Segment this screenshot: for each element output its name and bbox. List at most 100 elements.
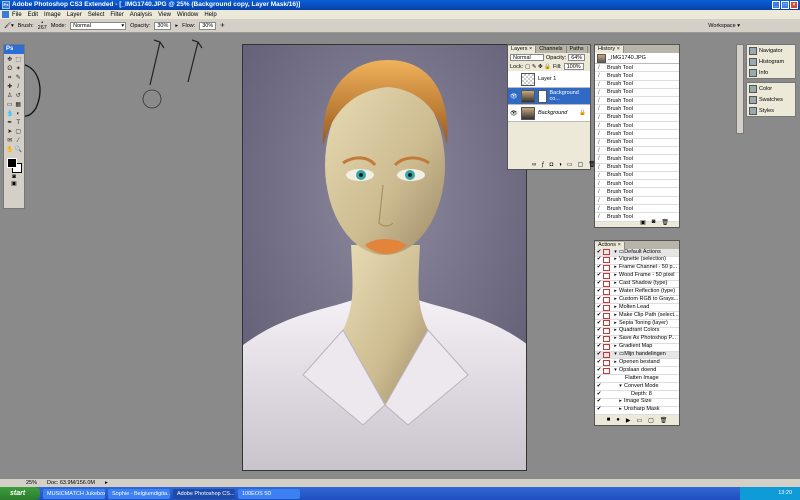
layer-row[interactable]: Layer 1 (508, 71, 590, 88)
dock-swatches[interactable]: Swatches (747, 94, 795, 105)
marquee-tool-icon[interactable]: ⬚ (15, 56, 23, 64)
airbrush-icon[interactable]: ✈ (220, 23, 225, 29)
layer-row[interactable]: 👁 Background co... (508, 88, 590, 105)
menu-window[interactable]: Window (177, 12, 198, 18)
menu-view[interactable]: View (158, 12, 171, 18)
opacity-field[interactable]: 30% (154, 21, 172, 30)
check-icon[interactable]: ✔ (595, 280, 603, 288)
document-canvas[interactable] (242, 44, 527, 471)
crop-tool-icon[interactable]: ⌗ (6, 74, 14, 82)
new-layer-icon[interactable]: ▢ (578, 161, 584, 168)
tab-history[interactable]: History × (595, 46, 624, 53)
mode-select[interactable]: Normal (70, 21, 127, 30)
menu-image[interactable]: Image (44, 12, 61, 18)
chevron-right-icon[interactable]: ▸ (617, 406, 624, 414)
tab-paths[interactable]: Paths (567, 46, 588, 53)
layer-style-icon[interactable]: ƒ (541, 162, 544, 168)
dialog-toggle-icon[interactable] (603, 304, 610, 311)
menu-layer[interactable]: Layer (67, 12, 82, 18)
dialog-toggle-icon[interactable] (603, 288, 610, 295)
dialog-toggle-icon[interactable] (603, 265, 610, 272)
layer-row[interactable]: 👁 Background 🔒 (508, 105, 590, 122)
taskbar-button[interactable]: Adobe Photoshop CS... (173, 488, 235, 499)
layer-mask-thumbnail[interactable] (537, 89, 547, 103)
check-icon[interactable]: ✔ (595, 359, 603, 367)
dialog-toggle-icon[interactable] (603, 367, 610, 374)
check-icon[interactable]: ✔ (595, 335, 603, 343)
check-icon[interactable]: ✔ (595, 383, 603, 391)
stop-icon[interactable]: ■ (607, 417, 611, 425)
dock-styles[interactable]: Styles (747, 105, 795, 116)
chevron-right-icon[interactable]: ▸ (612, 312, 619, 320)
pen-tool-icon[interactable]: ✒ (6, 119, 14, 127)
chevron-right-icon[interactable]: ▸ (612, 359, 619, 367)
menu-help[interactable]: Help (204, 12, 216, 18)
check-icon[interactable]: ✔ (595, 312, 603, 320)
check-icon[interactable]: ✔ (595, 256, 603, 264)
record-icon[interactable]: ● (616, 417, 620, 425)
chevron-right-icon[interactable]: ▸ (612, 280, 619, 288)
check-icon[interactable]: ✔ (595, 296, 603, 304)
history-snapshot[interactable]: _IMG1740.JPG (595, 53, 679, 64)
eraser-tool-icon[interactable]: ▭ (6, 101, 14, 109)
check-icon[interactable]: ✔ (595, 264, 603, 272)
flow-field[interactable]: 30% (199, 21, 217, 30)
add-mask-icon[interactable]: ◘ (550, 162, 554, 168)
dialog-toggle-icon[interactable] (603, 344, 610, 351)
zoom-level[interactable]: 25% (26, 480, 37, 486)
check-icon[interactable]: ✔ (595, 320, 603, 328)
chevron-right-icon[interactable]: ▸ (612, 296, 619, 304)
adjustment-layer-icon[interactable]: ◑ (558, 162, 562, 168)
visibility-icon[interactable]: 👁 (510, 110, 518, 117)
dialog-toggle-icon[interactable] (603, 281, 610, 287)
dialog-toggle-icon[interactable] (603, 352, 610, 359)
dialog-toggle-icon[interactable] (603, 328, 610, 335)
magic-wand-tool-icon[interactable]: ✶ (15, 65, 23, 73)
taskbar-button[interactable]: Sophie - Belgiumdigita... (108, 488, 170, 499)
chevron-right-icon[interactable]: ▸ (612, 256, 619, 264)
shape-tool-icon[interactable]: ▢ (15, 128, 23, 136)
chevron-down-icon[interactable]: ▾ (612, 249, 619, 257)
chevron-right-icon[interactable]: ▸ (617, 398, 624, 406)
check-icon[interactable]: ✔ (595, 343, 603, 351)
taskbar-button[interactable]: 100EOS 5D (238, 488, 300, 499)
check-icon[interactable]: ✔ (595, 375, 603, 383)
check-icon[interactable]: ✔ (595, 351, 603, 359)
new-document-icon[interactable]: ▣ (640, 219, 646, 227)
tab-channels[interactable]: Channels (536, 46, 567, 53)
new-action-icon[interactable]: ▢ (648, 417, 654, 425)
chevron-right-icon[interactable]: ▸ (612, 327, 619, 335)
tab-layers[interactable]: Layers × (508, 46, 537, 53)
menu-filter[interactable]: Filter (110, 12, 123, 18)
dialog-toggle-icon[interactable] (603, 312, 610, 319)
screen-mode-icon[interactable]: ▣ (4, 180, 24, 187)
chevron-right-icon[interactable]: ▸ (612, 272, 619, 280)
dock-histogram[interactable]: Histogram (747, 56, 795, 67)
dialog-toggle-icon[interactable] (603, 359, 610, 366)
action-step[interactable]: ✔ ▸ Unsharp Mask (595, 406, 679, 415)
chevron-down-icon[interactable]: ▾ (617, 383, 624, 391)
play-icon[interactable]: ▶ (626, 417, 631, 425)
menu-edit[interactable]: Edit (28, 12, 38, 18)
dialog-toggle-icon[interactable] (603, 273, 610, 280)
status-arrow-icon[interactable]: ▸ (105, 480, 108, 486)
brush-tool-icon[interactable]: / (15, 83, 23, 91)
move-tool-icon[interactable]: ✥ (6, 56, 14, 64)
maximize-button[interactable]: □ (781, 1, 789, 9)
brush-preset-icon[interactable]: 🖌▾ (4, 23, 14, 29)
blur-tool-icon[interactable]: 💧 (6, 110, 14, 118)
link-layers-icon[interactable]: ∞ (532, 162, 536, 168)
chevron-right-icon[interactable]: ▸ (612, 288, 619, 296)
dock-navigator[interactable]: Navigator (747, 45, 795, 56)
dodge-tool-icon[interactable]: ◐ (15, 110, 23, 118)
trash-icon[interactable]: 🗑 (661, 219, 669, 227)
menu-analysis[interactable]: Analysis (130, 12, 152, 18)
type-tool-icon[interactable]: T (15, 119, 23, 127)
check-icon[interactable]: ✔ (595, 304, 603, 312)
lasso-tool-icon[interactable]: ʘ (6, 65, 14, 73)
chevron-right-icon[interactable]: ▸ (612, 320, 619, 328)
group-icon[interactable]: ▭ (567, 161, 573, 168)
start-button[interactable]: start (0, 487, 40, 500)
blend-mode-select[interactable]: Normal (510, 54, 544, 61)
slice-tool-icon[interactable]: ✎ (15, 74, 23, 82)
